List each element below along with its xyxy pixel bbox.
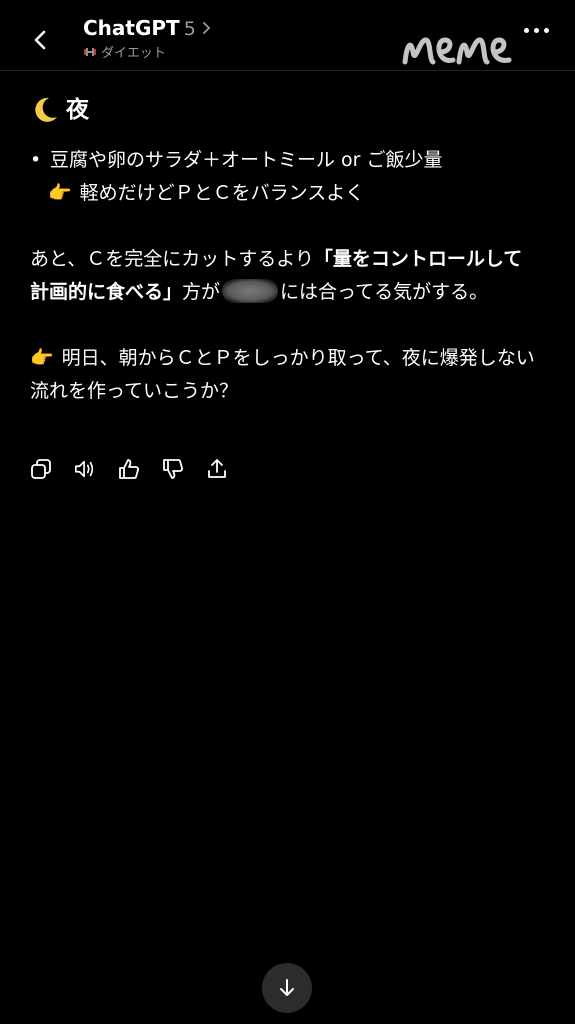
share-icon: [208, 459, 226, 478]
message-actions: [30, 458, 228, 480]
share-button[interactable]: [206, 458, 228, 480]
pointing-hand-icon: 👉: [48, 182, 72, 204]
dot: [524, 28, 529, 33]
top-bar: ChatGPT 5 ダイエット: [0, 0, 575, 71]
dot: [544, 28, 549, 33]
thumbs-down-icon: [163, 459, 184, 479]
back-button[interactable]: [22, 22, 58, 58]
paragraph: あと、Ｃを完全にカットするより「量をコントロールして計画的に食べる」方が には合っ…: [30, 243, 535, 309]
section-title-text: 夜: [66, 96, 89, 123]
model-version: 5: [183, 18, 196, 40]
paragraph-text: あと、Ｃを完全にカットするより: [30, 248, 314, 270]
project-name: ダイエット: [101, 46, 166, 61]
more-options-button[interactable]: [524, 28, 549, 33]
thumbs-down-button[interactable]: [162, 458, 184, 480]
list-item-subtext: 軽めだけどＰとＣをバランスよく: [79, 182, 365, 204]
chevron-left-icon: [34, 30, 46, 50]
arrow-down-icon: [280, 979, 294, 996]
redacted-blur: [222, 279, 279, 303]
copy-button[interactable]: [30, 458, 52, 480]
list-item-text: 豆腐や卵のサラダ＋オートミール or ご飯少量: [50, 149, 443, 171]
dot: [534, 28, 539, 33]
read-aloud-button[interactable]: [74, 458, 96, 480]
chevron-right-icon: [202, 22, 211, 34]
thumbs-up-button[interactable]: [118, 458, 140, 480]
copy-icon: [31, 459, 51, 479]
pointing-hand-icon: 👉: [30, 347, 54, 369]
paragraph-text: 方が: [182, 281, 221, 303]
dumbbell-icon: [84, 47, 96, 56]
bullet-dot: •: [30, 149, 42, 171]
app-title: ChatGPT: [83, 16, 180, 40]
assistant-message: 夜 • 豆腐や卵のサラダ＋オートミール or ご飯少量 👉 軽めだけどＰとＣをバラ…: [30, 90, 535, 408]
list-item-subline: 👉 軽めだけどＰとＣをバランスよく: [30, 177, 535, 210]
crescent-moon-icon: [35, 97, 57, 122]
paragraph-text: 明日、朝からＣとＰをしっかり取って、夜に爆発しない流れを作っていこうか？: [30, 347, 535, 402]
thumbs-up-icon: [119, 459, 140, 479]
scroll-to-bottom-button[interactable]: [262, 963, 312, 1013]
list-item: • 豆腐や卵のサラダ＋オートミール or ご飯少量: [30, 144, 535, 177]
paragraph-text: には合ってる気がする。: [280, 281, 489, 303]
section-heading: 夜: [30, 90, 535, 130]
chat-title-button[interactable]: ChatGPT 5 ダイエット: [83, 16, 212, 61]
speaker-icon: [75, 460, 94, 478]
paragraph: 👉 明日、朝からＣとＰをしっかり取って、夜に爆発しない流れを作っていこうか？: [30, 342, 535, 408]
